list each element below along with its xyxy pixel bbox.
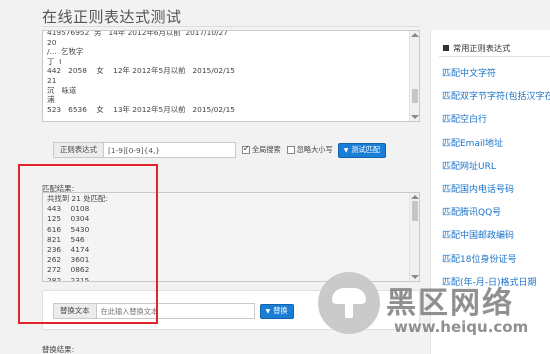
result-scrollbar[interactable]: [409, 193, 419, 281]
ignore-case-checkbox[interactable]: 忽略大小写: [286, 145, 333, 155]
ignore-case-check-icon[interactable]: [286, 146, 295, 154]
sidebar-link[interactable]: 匹配空白行: [442, 112, 487, 125]
replace-button[interactable]: ▼ 替换: [259, 303, 294, 319]
highlight-box: [18, 164, 158, 324]
source-line: 419576952 男 14年 2012年6月以前 2017/10/27: [47, 30, 228, 37]
list-square-icon: [443, 45, 449, 51]
source-line: 21: [47, 75, 57, 85]
test-match-label: 测试匹配: [351, 145, 381, 154]
sidebar-title: 常用正则表达式: [443, 42, 510, 54]
regex-label: 正则表达式: [53, 142, 104, 158]
sidebar-link[interactable]: 匹配国内电话号码: [442, 182, 514, 195]
sidebar-link[interactable]: 匹配Email地址: [442, 136, 503, 149]
sidebar-title-label: 常用正则表达式: [453, 43, 511, 53]
source-text-area[interactable]: 419576952 男 14年 2012年6月以前 2017/10/27 20/.…: [42, 30, 420, 122]
sidebar-link[interactable]: 匹配腾讯QQ号: [442, 205, 501, 218]
sidebar-divider: [439, 56, 550, 57]
chevron-down-icon: ▼: [343, 146, 349, 154]
title-divider: [42, 26, 420, 27]
sidebar-link[interactable]: 匹配中文字符: [442, 66, 496, 79]
sidebar-link[interactable]: 匹配网址URL: [442, 159, 496, 172]
replace-button-label: 替换: [273, 306, 288, 315]
source-line: 20: [47, 37, 57, 47]
source-line: /... 乞牧字: [47, 47, 84, 57]
scrollbar-thumb[interactable]: [412, 201, 418, 221]
chevron-down-icon: ▼: [265, 307, 271, 315]
source-line: 442 2058 女 12年 2012年5月以前 2015/02/15: [47, 66, 236, 76]
scroll-up-arrow-icon[interactable]: [411, 33, 419, 37]
watermark-url: www.heiqu.com: [394, 318, 529, 336]
watermark: 黑区网络 www.heiqu.com: [318, 272, 550, 354]
global-search-check-icon[interactable]: [241, 144, 250, 154]
regex-input[interactable]: [103, 142, 236, 158]
global-search-checkbox[interactable]: 全局搜索: [241, 144, 281, 155]
mushroom-logo-icon: [318, 272, 380, 334]
global-search-label: 全局搜索: [251, 145, 281, 154]
scroll-down-arrow-icon[interactable]: [411, 115, 419, 119]
source-line: 沉 咏道: [47, 85, 77, 95]
page-title: 在线正则表达式测试: [42, 8, 182, 26]
replace-result-label: 替换结果:: [42, 345, 75, 354]
test-match-button[interactable]: ▼ 测试匹配: [337, 142, 387, 158]
scrollbar-thumb[interactable]: [412, 89, 418, 103]
watermark-brand: 黑区网络: [386, 286, 514, 321]
sidebar-link[interactable]: 匹配双字节字符(包括汉字在内): [442, 89, 550, 102]
source-scrollbar[interactable]: [409, 31, 419, 121]
regex-toolbar: 正则表达式 全局搜索 忽略大小写 ▼ 测试匹配: [53, 142, 387, 158]
sidebar-link[interactable]: 匹配中国邮政编码: [442, 228, 514, 241]
source-line: 浦: [47, 95, 55, 105]
source-line: 丁 I: [47, 56, 62, 66]
ignore-case-label: 忽略大小写: [296, 145, 333, 154]
scroll-up-arrow-icon[interactable]: [411, 195, 419, 199]
source-line: 523 6536 女 13年 2012年5月以前 2015/02/15: [47, 104, 236, 114]
source-text-content: 419576952 男 14年 2012年6月以前 2017/10/27 20/.…: [47, 30, 409, 114]
sidebar-link[interactable]: 匹配18位身份证号: [442, 252, 516, 265]
